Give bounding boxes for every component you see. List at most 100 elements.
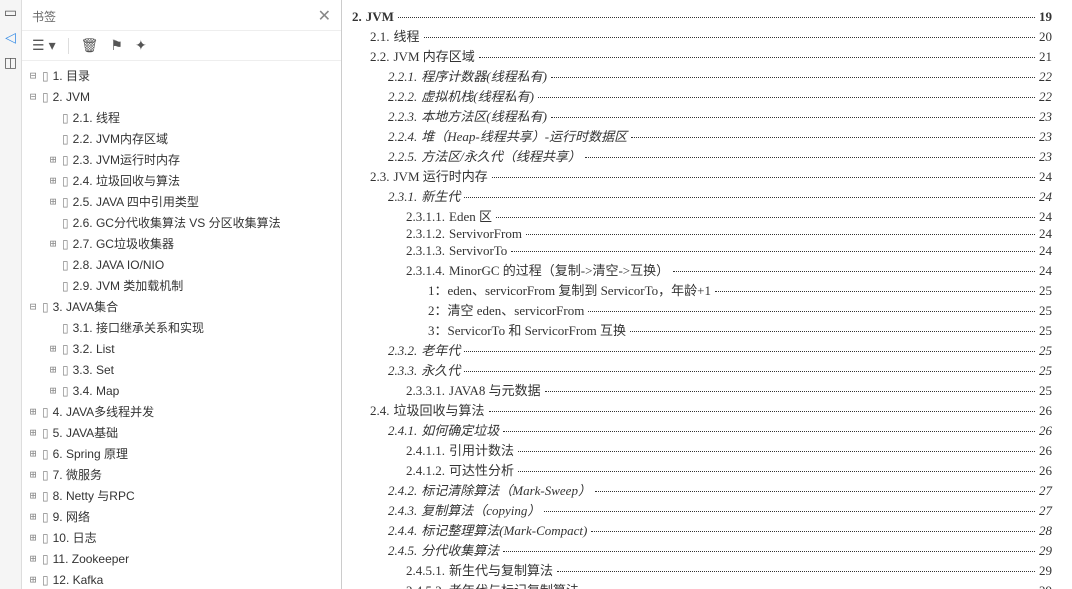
toc-entry[interactable]: 2：清空 eden、servicorFrom25	[352, 300, 1052, 319]
pages-icon[interactable]: ▭	[4, 4, 17, 21]
toc-entry[interactable]: 2.3.1.4.MinorGC 的过程（复制->清空->互换）24	[352, 260, 1052, 279]
expand-icon[interactable]: ⊞	[48, 363, 58, 376]
toc-leader	[479, 57, 1035, 58]
toc-page: 19	[1039, 9, 1052, 25]
bookmark-item[interactable]: ·▯2.9. JVM 类加载机制	[48, 275, 341, 296]
toc-entry[interactable]: 2.3.3.1.JAVA8 与元数据25	[352, 380, 1052, 399]
bookmark-item[interactable]: ⊞▯8. Netty 与RPC	[28, 485, 341, 506]
bookmark-item[interactable]: ·▯3.1. 接口继承关系和实现	[48, 317, 341, 338]
expand-icon[interactable]: ⊞	[28, 468, 38, 481]
sidebar-header: 书签 ✕	[22, 0, 341, 31]
toc-leader	[545, 391, 1035, 392]
bookmark-item[interactable]: ⊞▯11. Zookeeper	[28, 548, 341, 569]
toc-title: JVM 运行时内存	[394, 166, 488, 185]
toc-entry[interactable]: 2.1.线程20	[352, 26, 1052, 45]
toc-leader	[526, 234, 1035, 235]
toc-entry[interactable]: 2.3.1.1.Eden 区24	[352, 206, 1052, 225]
expand-icon[interactable]: ⊞	[28, 552, 38, 565]
bookmarks-tree[interactable]: ⊟▯1. 目录⊟▯2. JVM·▯2.1. 线程·▯2.2. JVM内存区域⊞▯…	[22, 61, 341, 589]
close-icon[interactable]: ✕	[318, 6, 331, 26]
expand-icon[interactable]: ⊞	[28, 510, 38, 523]
toc-entry[interactable]: 2.3.1.新生代24	[352, 186, 1052, 205]
expand-icon[interactable]: ⊞	[28, 405, 38, 418]
bookmark-item[interactable]: ⊞▯9. 网络	[28, 506, 341, 527]
options-menu-button[interactable]: ☰ ▾	[32, 37, 56, 54]
expand-icon[interactable]: ⊟	[28, 90, 38, 103]
bookmark-icon[interactable]: ◁	[5, 29, 16, 46]
toc-entry[interactable]: 2.4.1.1.引用计数法26	[352, 440, 1052, 459]
expand-icon[interactable]: ⊞	[28, 531, 38, 544]
attachments-icon[interactable]: ◫	[4, 54, 17, 71]
bookmark-item[interactable]: ⊞▯2.4. 垃圾回收与算法	[48, 170, 341, 191]
bookmark-item[interactable]: ⊞▯10. 日志	[28, 527, 341, 548]
toc-entry[interactable]: 2.2.JVM 内存区域21	[352, 46, 1052, 65]
star-icon[interactable]: ✦	[135, 37, 147, 54]
toc-entry[interactable]: 2.4.4.标记整理算法(Mark-Compact)28	[352, 520, 1052, 539]
toc-entry[interactable]: 2.3.3.永久代25	[352, 360, 1052, 379]
toc-leader	[588, 311, 1035, 312]
toc-page: 20	[1039, 29, 1052, 45]
bookmark-item[interactable]: ⊞▯3.2. List	[48, 338, 341, 359]
toc-entry[interactable]: 3：ServicorTo 和 ServicorFrom 互换25	[352, 320, 1052, 339]
toc-entry[interactable]: 2.4.1.2.可达性分析26	[352, 460, 1052, 479]
divider	[68, 38, 69, 54]
expand-icon[interactable]: ⊞	[28, 489, 38, 502]
toc-entry[interactable]: 2.3.1.3.ServivorTo24	[352, 243, 1052, 259]
bookmark-item[interactable]: ⊟▯2. JVM	[28, 86, 341, 107]
expand-icon[interactable]: ⊟	[28, 69, 38, 82]
toc-entry[interactable]: 2.3.1.2.ServivorFrom24	[352, 226, 1052, 242]
toc-entry[interactable]: 2.4.5.1.新生代与复制算法29	[352, 560, 1052, 579]
toc-entry[interactable]: 2.2.4.堆（Heap-线程共享）-运行时数据区23	[352, 126, 1052, 145]
toc-entry[interactable]: 2.4.3.复制算法（copying）27	[352, 500, 1052, 519]
bookmark-item[interactable]: ⊞▯3.3. Set	[48, 359, 341, 380]
bookmark-item[interactable]: ·▯2.6. GC分代收集算法 VS 分区收集算法	[48, 212, 341, 233]
bookmark-item[interactable]: ⊞▯5. JAVA基础	[28, 422, 341, 443]
toc-leader	[464, 197, 1035, 198]
bookmark-item[interactable]: ⊞▯2.7. GC垃圾收集器	[48, 233, 341, 254]
bookmark-item[interactable]: ⊞▯2.3. JVM运行时内存	[48, 149, 341, 170]
toc-entry[interactable]: 2.4.5.分代收集算法29	[352, 540, 1052, 559]
toc-entry[interactable]: 2.3.2.老年代25	[352, 340, 1052, 359]
document-content[interactable]: 2.JVM192.1.线程202.2.JVM 内存区域212.2.1.程序计数器…	[342, 0, 1072, 589]
bookmark-item[interactable]: ⊞▯7. 微服务	[28, 464, 341, 485]
expand-icon[interactable]: ⊞	[28, 447, 38, 460]
bookmark-item[interactable]: ·▯2.1. 线程	[48, 107, 341, 128]
expand-icon[interactable]: ⊞	[48, 384, 58, 397]
bookmark-label: 12. Kafka	[53, 573, 104, 587]
bookmark-icon: ▯	[42, 69, 49, 83]
toc-number: 2.4.1.1.	[406, 443, 445, 459]
trash-icon[interactable]: 🗑	[81, 37, 99, 54]
toc-entry[interactable]: 2.2.2.虚拟机栈(线程私有)22	[352, 86, 1052, 105]
toc-entry[interactable]: 1：eden、servicorFrom 复制到 ServicorTo，年龄+12…	[352, 280, 1052, 299]
bookmark-item[interactable]: ⊞▯12. Kafka	[28, 569, 341, 589]
expand-icon[interactable]: ⊞	[48, 342, 58, 355]
expand-icon[interactable]: ⊞	[48, 174, 58, 187]
toc-entry[interactable]: 2.2.3.本地方法区(线程私有)23	[352, 106, 1052, 125]
bookmark-item[interactable]: ·▯2.2. JVM内存区域	[48, 128, 341, 149]
expand-icon[interactable]: ⊟	[28, 300, 38, 313]
toc-entry[interactable]: 2.4.5.2.老年代与标记复制算法29	[352, 580, 1052, 589]
expand-icon[interactable]: ⊞	[28, 573, 38, 586]
bookmark-item[interactable]: ⊟▯1. 目录	[28, 65, 341, 86]
bookmark-item[interactable]: ⊟▯3. JAVA集合	[28, 296, 341, 317]
bookmark-item[interactable]: ⊞▯6. Spring 原理	[28, 443, 341, 464]
expand-icon[interactable]: ⊞	[48, 195, 58, 208]
toc-entry[interactable]: 2.3.JVM 运行时内存24	[352, 166, 1052, 185]
add-bookmark-icon[interactable]: ⚑	[110, 37, 123, 54]
toc-page: 28	[1039, 523, 1052, 539]
bookmark-item[interactable]: ⊞▯3.4. Map	[48, 380, 341, 401]
expand-icon[interactable]: ⊞	[48, 153, 58, 166]
toc-entry[interactable]: 2.JVM19	[352, 9, 1052, 25]
toc-entry[interactable]: 2.2.1.程序计数器(线程私有)22	[352, 66, 1052, 85]
toc-entry[interactable]: 2.4.1.如何确定垃圾26	[352, 420, 1052, 439]
toc-number: 2.4.	[370, 403, 390, 419]
toc-entry[interactable]: 2.4.垃圾回收与算法26	[352, 400, 1052, 419]
toc-entry[interactable]: 2.4.2.标记清除算法（Mark-Sweep）27	[352, 480, 1052, 499]
bookmark-item[interactable]: ·▯2.8. JAVA IO/NIO	[48, 254, 341, 275]
expand-icon[interactable]: ⊞	[28, 426, 38, 439]
expand-icon[interactable]: ⊞	[48, 237, 58, 250]
bookmark-icon: ▯	[42, 510, 49, 524]
bookmark-item[interactable]: ⊞▯4. JAVA多线程并发	[28, 401, 341, 422]
toc-entry[interactable]: 2.2.5.方法区/永久代（线程共享）23	[352, 146, 1052, 165]
bookmark-item[interactable]: ⊞▯2.5. JAVA 四中引用类型	[48, 191, 341, 212]
